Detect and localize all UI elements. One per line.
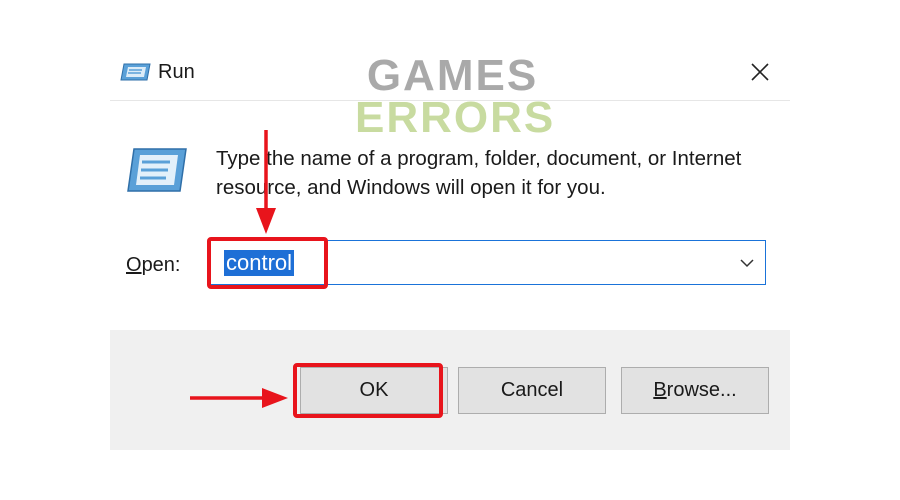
watermark-logo: GAMES ERRORS [355, 51, 556, 142]
watermark-line1: GAMES [366, 51, 539, 100]
run-icon [120, 63, 151, 81]
dialog-title: Run [158, 61, 195, 83]
open-label-text: pen: [141, 254, 181, 276]
dropdown-button[interactable] [735, 251, 759, 275]
watermark-line2: ERRORS [355, 93, 556, 142]
chevron-down-icon [740, 259, 754, 268]
ok-highlight-box [293, 363, 443, 418]
arrow-down-icon [256, 130, 276, 234]
browse-accelerator: B [653, 379, 667, 401]
close-icon [751, 63, 769, 81]
browse-button[interactable]: Browse... [621, 367, 769, 414]
input-highlight-box [207, 237, 328, 289]
open-label: Open: [126, 254, 181, 277]
open-label-accelerator: O [126, 254, 142, 276]
run-icon [127, 148, 187, 192]
browse-label: rowse... [666, 379, 737, 401]
cancel-button[interactable]: Cancel [458, 367, 606, 414]
arrow-right-icon [190, 388, 288, 408]
close-button[interactable] [740, 55, 780, 89]
dialog-description: Type the name of a program, folder, docu… [216, 147, 742, 199]
